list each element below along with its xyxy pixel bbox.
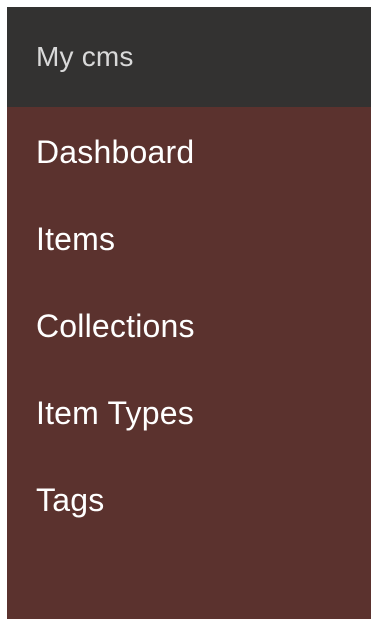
sidebar-header: My cms bbox=[7, 7, 371, 107]
sidebar-item-dashboard[interactable]: Dashboard bbox=[36, 132, 194, 172]
sidebar-item-item-types[interactable]: Item Types bbox=[36, 393, 194, 433]
sidebar-nav: Dashboard Items Collections Item Types T… bbox=[7, 107, 371, 619]
sidebar: My cms Dashboard Items Collections Item … bbox=[7, 7, 371, 619]
sidebar-item-collections[interactable]: Collections bbox=[36, 306, 195, 346]
sidebar-item-items[interactable]: Items bbox=[36, 219, 115, 259]
app-title[interactable]: My cms bbox=[36, 41, 134, 73]
sidebar-item-tags[interactable]: Tags bbox=[36, 480, 104, 520]
